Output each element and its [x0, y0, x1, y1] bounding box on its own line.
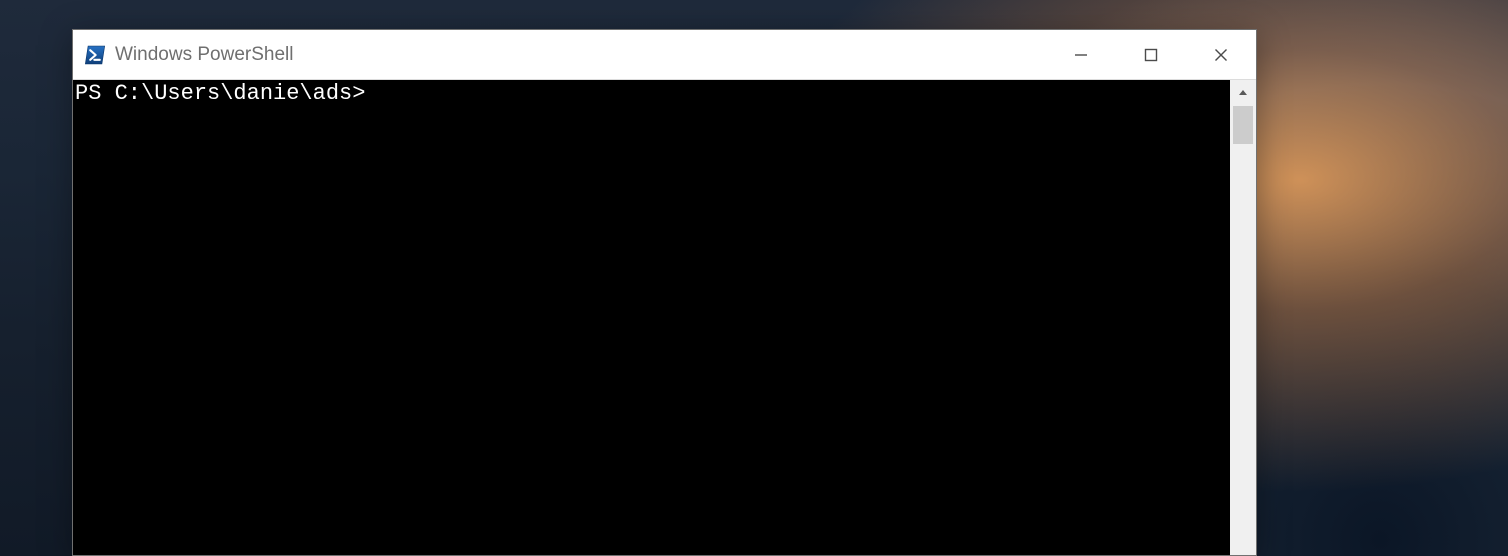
- maximize-button[interactable]: [1116, 30, 1186, 79]
- client-area: PS C:\Users\danie\ads>: [73, 79, 1256, 555]
- close-button[interactable]: [1186, 30, 1256, 79]
- powershell-window: Windows PowerShell PS C:\Users\danie\a: [72, 29, 1257, 556]
- scroll-track[interactable]: [1230, 106, 1256, 555]
- window-controls: [1046, 30, 1256, 79]
- desktop-background: Windows PowerShell PS C:\Users\danie\a: [0, 0, 1508, 556]
- vertical-scrollbar[interactable]: [1230, 80, 1256, 555]
- titlebar-left[interactable]: Windows PowerShell: [73, 30, 1046, 79]
- scroll-thumb[interactable]: [1233, 106, 1253, 144]
- titlebar[interactable]: Windows PowerShell: [73, 30, 1256, 79]
- prompt-text: PS C:\Users\danie\ads>: [75, 81, 365, 106]
- window-title: Windows PowerShell: [115, 45, 293, 64]
- powershell-icon: [83, 43, 107, 67]
- minimize-button[interactable]: [1046, 30, 1116, 79]
- scroll-up-button[interactable]: [1230, 80, 1256, 106]
- terminal-area[interactable]: PS C:\Users\danie\ads>: [73, 80, 1230, 555]
